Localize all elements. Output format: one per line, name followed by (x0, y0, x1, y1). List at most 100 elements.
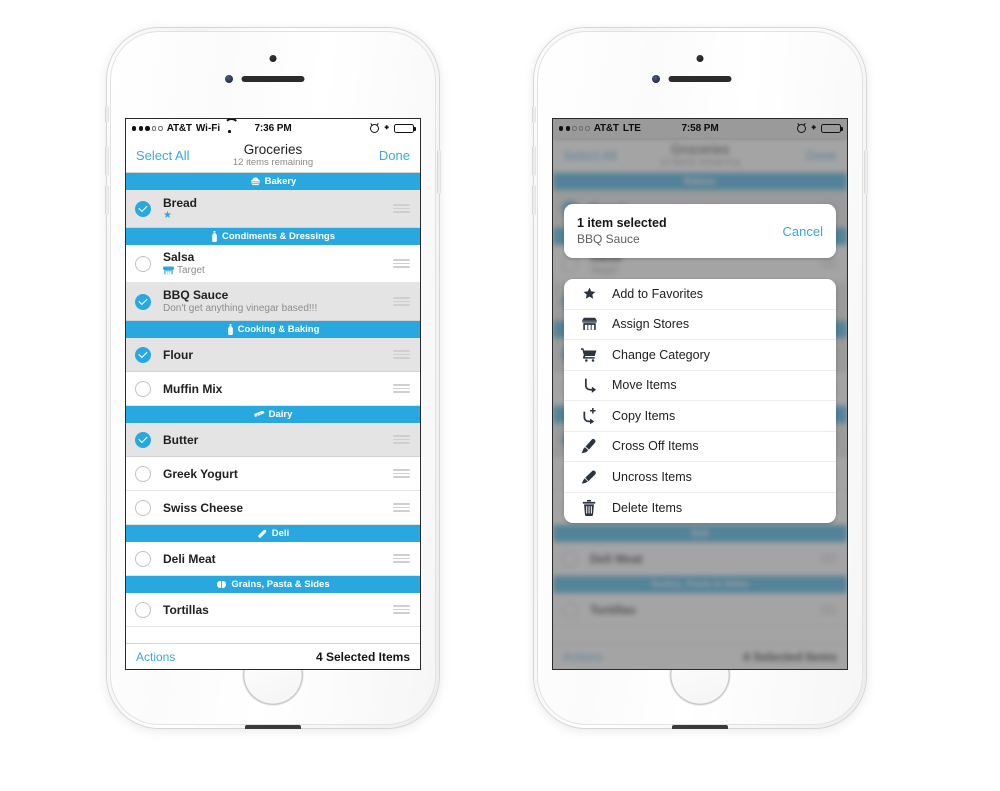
menu-item-label: Assign Stores (612, 317, 690, 332)
row-checkbox[interactable] (135, 346, 151, 363)
phone-device-left: AT&T Wi-Fi 7:36 PM ᛭ Select All Grocerie… (105, 28, 441, 729)
row-content: Butter (163, 433, 198, 447)
power-button[interactable] (864, 150, 868, 194)
drag-handle-icon[interactable] (393, 204, 410, 213)
bottle-icon (227, 324, 234, 335)
section-label: Grains, Pasta & Sides (231, 579, 330, 590)
table-row[interactable]: Tortillas (126, 593, 420, 627)
menu-item-uncross-items[interactable]: Uncross Items (564, 462, 836, 493)
menu-item-move-items[interactable]: Move Items (564, 371, 836, 401)
bottle-icon (211, 231, 218, 242)
table-row[interactable]: BBQ Sauce Don't get anything vinegar bas… (126, 283, 420, 321)
volume-down-button[interactable] (105, 185, 109, 215)
row-content: Salsa Target (163, 250, 205, 277)
section-label: Cooking & Baking (237, 324, 320, 335)
section-header-grains[interactable]: Grains, Pasta & Sides (126, 576, 420, 593)
proximity-sensor-icon (225, 75, 233, 83)
item-name: Muffin Mix (163, 381, 223, 396)
row-checkbox[interactable] (135, 499, 151, 516)
meat-icon (257, 529, 268, 538)
section-header-bakery[interactable]: Bakery (126, 173, 420, 190)
volume-down-button[interactable] (532, 185, 536, 215)
item-name: Greek Yogurt (163, 466, 238, 481)
status-bar-right-group: ᛭ (797, 123, 844, 134)
table-row[interactable]: Flour (126, 338, 420, 372)
row-content: BBQ Sauce Don't get anything vinegar bas… (163, 288, 317, 315)
silence-switch[interactable] (532, 106, 536, 123)
selection-summary: 1 item selected BBQ Sauce (577, 215, 667, 247)
drag-handle-icon[interactable] (393, 384, 410, 393)
drag-handle-icon[interactable] (393, 503, 410, 512)
drag-handle-icon[interactable] (393, 350, 410, 359)
item-name: Salsa (163, 250, 195, 264)
menu-item-cross-off-items[interactable]: Cross Off Items (564, 432, 836, 462)
row-content: Deli Meat (163, 552, 216, 566)
section-header-deli[interactable]: Deli (126, 525, 420, 542)
select-all-button[interactable]: Select All (136, 148, 189, 163)
power-button[interactable] (437, 150, 441, 194)
item-name: Butter (163, 432, 199, 447)
status-bar-right: AT&T LTE 7:58 PM ᛭ (553, 119, 847, 138)
menu-item-label: Add to Favorites (612, 286, 704, 301)
row-checkbox[interactable] (135, 255, 151, 272)
drag-handle-icon[interactable] (393, 605, 410, 614)
row-checkbox[interactable] (135, 200, 151, 217)
alarm-icon (797, 124, 807, 133)
star-icon (578, 286, 600, 301)
row-checkbox[interactable] (135, 380, 151, 397)
drag-handle-icon[interactable] (393, 554, 410, 563)
store-icon (578, 317, 600, 331)
row-checkbox[interactable] (135, 431, 151, 448)
trash-icon (578, 499, 600, 516)
silence-switch[interactable] (105, 106, 109, 123)
bottom-toolbar-left: Actions 4 Selected Items (126, 643, 420, 669)
table-row[interactable]: Greek Yogurt (126, 457, 420, 491)
menu-item-change-category[interactable]: Change Category (564, 340, 836, 371)
menu-item-delete-items[interactable]: Delete Items (564, 493, 836, 524)
drag-handle-icon[interactable] (393, 259, 410, 268)
section-label: Bakery (264, 176, 297, 187)
cancel-button[interactable]: Cancel (783, 224, 823, 239)
actions-button[interactable]: Actions (136, 650, 175, 664)
bluetooth-icon: ᛭ (383, 122, 390, 134)
item-name: Deli Meat (163, 551, 216, 566)
drag-handle-icon[interactable] (393, 469, 410, 478)
menu-item-assign-stores[interactable]: Assign Stores (564, 310, 836, 340)
drag-handle-icon[interactable] (393, 297, 410, 306)
battery-icon (821, 123, 844, 134)
done-button[interactable]: Done (379, 148, 410, 163)
phone-screen-right: Select All Groceries 12 items remaining … (552, 118, 848, 670)
row-content: Greek Yogurt (163, 467, 238, 481)
row-checkbox[interactable] (135, 601, 151, 618)
store-name: Target (177, 265, 205, 276)
menu-item-add-to-favorites[interactable]: Add to Favorites (564, 279, 836, 310)
section-header-dairy[interactable]: Dairy (126, 406, 420, 423)
drag-handle-icon[interactable] (393, 435, 410, 444)
table-row[interactable]: Muffin Mix (126, 372, 420, 406)
row-content: Bread ★ (163, 196, 197, 222)
volume-up-button[interactable] (532, 146, 536, 176)
menu-item-copy-items[interactable]: Copy Items (564, 401, 836, 432)
action-sheet-menu: Add to Favorites Assign Stores Change Ca… (564, 279, 836, 523)
eraser-icon (578, 469, 600, 485)
front-camera-icon (696, 55, 704, 62)
selected-count-label: 4 Selected Items (315, 649, 410, 664)
row-checkbox[interactable] (135, 550, 151, 567)
item-name: Flour (163, 347, 193, 362)
phone-screen-left: AT&T Wi-Fi 7:36 PM ᛭ Select All Grocerie… (125, 118, 421, 670)
table-row[interactable]: Butter (126, 423, 420, 457)
table-row[interactable]: Bread ★ (126, 190, 420, 228)
section-header-condiments[interactable]: Condiments & Dressings (126, 228, 420, 245)
section-header-cooking[interactable]: Cooking & Baking (126, 321, 420, 338)
table-row[interactable]: Salsa Target (126, 245, 420, 283)
menu-item-label: Copy Items (612, 408, 676, 423)
section-label: Deli (271, 528, 290, 539)
volume-up-button[interactable] (105, 146, 109, 176)
table-row[interactable]: Deli Meat (126, 542, 420, 576)
table-row[interactable]: Swiss Cheese (126, 491, 420, 525)
selection-subtitle: BBQ Sauce (577, 232, 640, 246)
row-checkbox[interactable] (135, 293, 151, 310)
favorite-star-icon: ★ (163, 209, 172, 221)
status-bar-right-group: ᛭ (370, 122, 417, 134)
row-checkbox[interactable] (135, 465, 151, 482)
